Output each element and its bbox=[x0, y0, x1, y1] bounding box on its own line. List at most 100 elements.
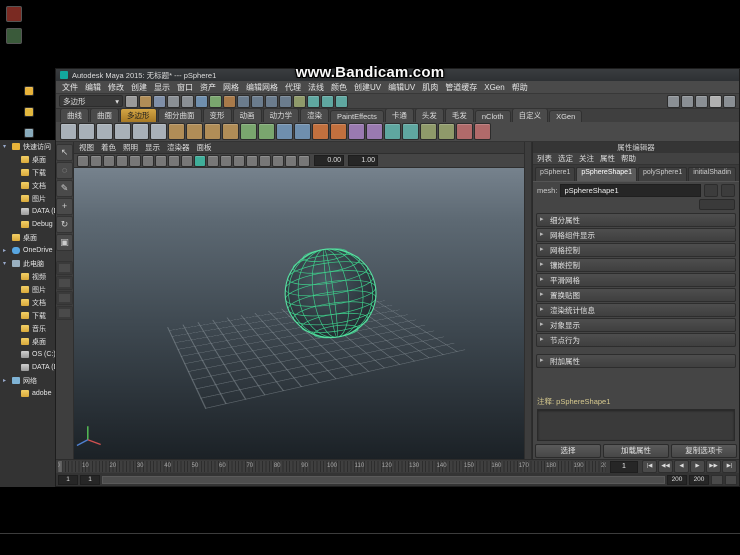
menu-item[interactable]: XGen bbox=[484, 83, 504, 92]
mesh-name-input[interactable]: pSphereShape1 bbox=[560, 183, 701, 197]
layout-preset-single-button[interactable] bbox=[56, 261, 73, 275]
gate-mask-icon[interactable] bbox=[129, 154, 141, 167]
play-backwards-button[interactable]: ◀ bbox=[674, 460, 689, 473]
tree-item-documents-2[interactable]: 文档 bbox=[0, 296, 56, 309]
insert-edge-loop-icon[interactable] bbox=[384, 123, 401, 140]
menu-item[interactable]: 资产 bbox=[200, 82, 216, 93]
new-scene-icon[interactable] bbox=[125, 94, 138, 108]
field-chart-icon[interactable] bbox=[142, 154, 154, 167]
menu-item[interactable]: 网格 bbox=[223, 82, 239, 93]
channel-box-icon[interactable] bbox=[681, 94, 694, 108]
tree-item-quick-access[interactable]: ▾ 快速访问 bbox=[0, 140, 56, 153]
layer-editor-icon[interactable] bbox=[695, 94, 708, 108]
wireframe-icon[interactable] bbox=[181, 154, 193, 167]
playback-start-field[interactable]: 1 bbox=[80, 474, 100, 485]
ae-tab-psphere1[interactable]: pSphere1 bbox=[535, 167, 576, 181]
bevel-icon[interactable] bbox=[402, 123, 419, 140]
poly-helix-icon[interactable] bbox=[222, 123, 239, 140]
film-gate-icon[interactable] bbox=[103, 154, 115, 167]
ae-tab-polysphere1[interactable]: polySphere1 bbox=[637, 167, 688, 181]
ae-menu-item[interactable]: 帮助 bbox=[621, 153, 636, 164]
shadows-icon[interactable] bbox=[233, 154, 245, 167]
shelf-tab-dynamics[interactable]: 动力学 bbox=[262, 109, 299, 122]
tree-item-documents[interactable]: 文档 bbox=[0, 179, 56, 192]
section-mesh-component-display[interactable]: ▸ 网格组件显示 bbox=[536, 228, 736, 242]
layout-preset-hypershade-button[interactable] bbox=[56, 306, 73, 320]
poly-cylinder-icon[interactable] bbox=[96, 123, 113, 140]
poly-sphere-icon[interactable] bbox=[60, 123, 77, 140]
select-object-icon[interactable] bbox=[209, 94, 222, 108]
layout-preset-four-view-button[interactable] bbox=[56, 276, 73, 290]
expander-icon[interactable]: ▸ bbox=[3, 377, 9, 384]
shelf-tab-curves[interactable]: 曲线 bbox=[60, 109, 89, 122]
shelf-tab-polygons[interactable]: 多边形 bbox=[120, 109, 157, 122]
gamma-field[interactable]: 1.00 bbox=[348, 155, 378, 166]
shelf-tab-fur[interactable]: 毛发 bbox=[444, 109, 474, 122]
extrude-icon[interactable] bbox=[312, 123, 329, 140]
tool-settings-icon[interactable] bbox=[723, 94, 736, 108]
ae-menu-item[interactable]: 属性 bbox=[600, 153, 615, 164]
shelf-tab-custom[interactable]: 自定义 bbox=[511, 109, 549, 122]
tree-item-onedrive[interactable]: ▸ OneDrive bbox=[0, 244, 56, 257]
step-forward-button[interactable]: ▶▶ bbox=[706, 460, 721, 473]
xray-icon[interactable] bbox=[285, 154, 297, 167]
panel-menu-item[interactable]: 面板 bbox=[197, 142, 212, 153]
tree-item-network[interactable]: ▸ 网络 bbox=[0, 374, 56, 387]
select-component-icon[interactable] bbox=[223, 94, 236, 108]
section-smooth-mesh[interactable]: ▸ 平滑网格 bbox=[536, 273, 736, 287]
menu-item[interactable]: 创建 bbox=[131, 82, 147, 93]
bridge-icon[interactable] bbox=[330, 123, 347, 140]
menu-item[interactable]: 窗口 bbox=[177, 82, 193, 93]
render-frame-icon[interactable] bbox=[321, 94, 334, 108]
select-hierarchy-icon[interactable] bbox=[195, 94, 208, 108]
pin-icon[interactable] bbox=[24, 128, 34, 138]
render-view-icon[interactable] bbox=[307, 94, 320, 108]
menu-item[interactable]: 编辑网格 bbox=[246, 82, 278, 93]
section-displacement-map[interactable]: ▸ 置换贴图 bbox=[536, 288, 736, 302]
shelf-tab-surfaces[interactable]: 曲面 bbox=[90, 109, 119, 122]
folder-icon[interactable] bbox=[24, 107, 34, 117]
tree-item-pictures-2[interactable]: 图片 bbox=[0, 283, 56, 296]
go-to-end-button[interactable]: ▶| bbox=[722, 460, 737, 473]
poly-cone-icon[interactable] bbox=[114, 123, 131, 140]
tree-item-data-d[interactable]: DATA (D:) bbox=[0, 361, 56, 374]
panel-menu-item[interactable]: 视图 bbox=[79, 142, 94, 153]
undo-icon[interactable] bbox=[167, 94, 180, 108]
motion-blur-icon[interactable] bbox=[259, 154, 271, 167]
shelf-tab-painteffects[interactable]: PaintEffects bbox=[330, 110, 384, 122]
ae-menu-item[interactable]: 选定 bbox=[558, 153, 573, 164]
load-attributes-button[interactable]: 加载属性 bbox=[603, 444, 669, 458]
panel-menu-item[interactable]: 照明 bbox=[123, 142, 138, 153]
expander-icon[interactable]: ▾ bbox=[3, 143, 9, 150]
poly-soccer-icon[interactable] bbox=[240, 123, 257, 140]
star-icon[interactable] bbox=[24, 86, 34, 96]
menu-set-dropdown[interactable]: 多边形 ▾ bbox=[59, 95, 123, 107]
lasso-tool-icon[interactable]: ◌ bbox=[56, 162, 73, 179]
open-scene-icon[interactable] bbox=[139, 94, 152, 108]
play-forwards-button[interactable]: ▶ bbox=[690, 460, 705, 473]
current-frame-field[interactable]: 1 bbox=[610, 460, 638, 473]
poly-plane-icon[interactable] bbox=[132, 123, 149, 140]
tree-item-pictures[interactable]: 图片 bbox=[0, 192, 56, 205]
section-tessellation-controls[interactable]: ▸ 镶嵌控制 bbox=[536, 258, 736, 272]
animation-start-field[interactable]: 1 bbox=[58, 474, 78, 485]
range-slider-track[interactable] bbox=[102, 475, 665, 484]
poly-prism-icon[interactable] bbox=[168, 123, 185, 140]
app-shortcut-icon[interactable] bbox=[6, 28, 22, 44]
menu-item[interactable]: 代理 bbox=[285, 82, 301, 93]
tree-item-music[interactable]: 音乐 bbox=[0, 322, 56, 335]
exposure-field[interactable]: 0.00 bbox=[314, 155, 344, 166]
safe-action-icon[interactable] bbox=[155, 154, 167, 167]
panel-menu-item[interactable]: 着色 bbox=[101, 142, 116, 153]
section-tessellation[interactable]: ▸ 细分属性 bbox=[536, 213, 736, 227]
select-button[interactable]: 选择 bbox=[535, 444, 601, 458]
tree-item-desktop[interactable]: 桌面 bbox=[0, 153, 56, 166]
shelf-tab-xgen[interactable]: XGen bbox=[549, 110, 583, 122]
shelf-tab-subdivs[interactable]: 细分曲面 bbox=[157, 109, 202, 122]
textured-icon[interactable] bbox=[207, 154, 219, 167]
step-back-button[interactable]: ◀◀ bbox=[658, 460, 673, 473]
move-tool-icon[interactable]: + bbox=[56, 198, 73, 215]
snap-point-icon[interactable] bbox=[265, 94, 278, 108]
menu-item[interactable]: 编辑 bbox=[85, 82, 101, 93]
panel-separator[interactable] bbox=[524, 142, 532, 459]
